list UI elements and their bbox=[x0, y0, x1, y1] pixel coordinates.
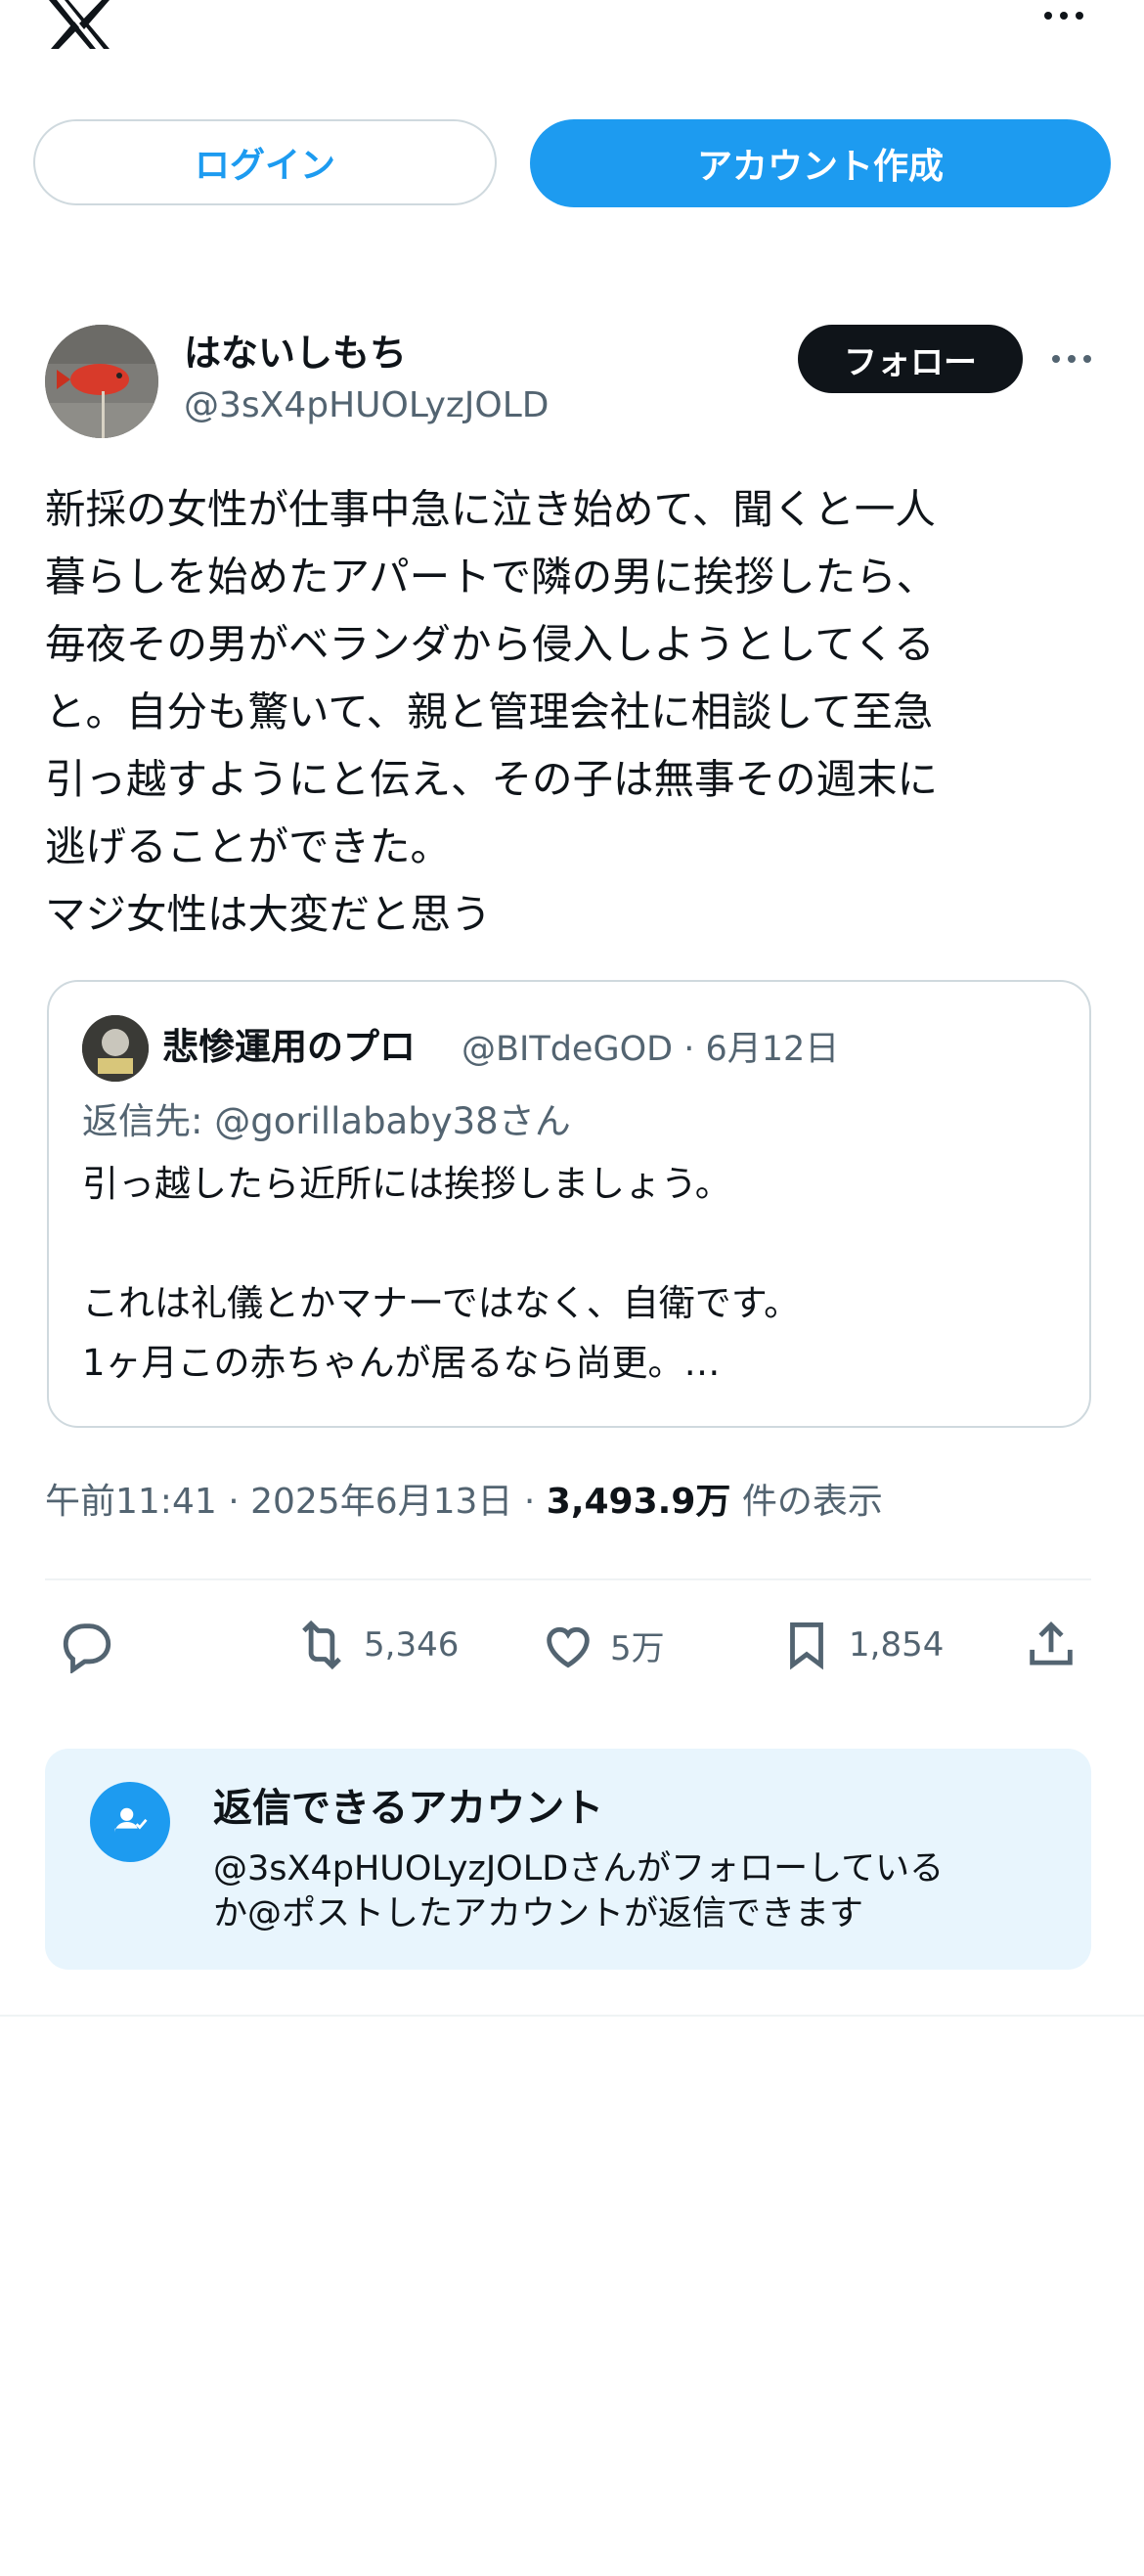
repost-button[interactable]: 5,346 bbox=[293, 1614, 459, 1676]
author-handle[interactable]: @3sX4pHUOLyzJOLD bbox=[184, 385, 550, 425]
post-text: 新採の女性が仕事中急に泣き始めて、聞くと一人 暮らしを始めたアパートで隣の男に挨… bbox=[45, 485, 939, 938]
views-label: 件の表示 bbox=[741, 1482, 883, 1522]
like-count: 5万 bbox=[610, 1628, 665, 1668]
heart-icon bbox=[547, 1626, 590, 1668]
author-display-name[interactable]: はないしもち bbox=[184, 323, 407, 377]
reply-restriction-box: 返信できるアカウント @3sX4pHUOLyzJOLDさんがフォローしている か… bbox=[45, 1749, 1091, 1970]
reply-info-description: @3sX4pHUOLyzJOLDさんがフォローしている か@ポストしたアカウント… bbox=[213, 1849, 945, 1933]
post-time[interactable]: 午前11:41 bbox=[45, 1482, 217, 1522]
reply-icon bbox=[63, 1623, 111, 1673]
share-button[interactable] bbox=[1023, 1614, 1079, 1676]
bookmark-icon bbox=[790, 1622, 823, 1670]
follow-button[interactable]: フォロー bbox=[798, 325, 1023, 393]
quoted-reply-to: 返信先: @gorillababy38さん bbox=[82, 1100, 571, 1142]
quoted-avatar bbox=[82, 1015, 149, 1082]
x-logo-icon[interactable] bbox=[47, 0, 111, 49]
reply-button[interactable] bbox=[59, 1614, 129, 1676]
post-date[interactable]: 2025年6月13日 bbox=[250, 1482, 512, 1522]
avatar[interactable] bbox=[45, 325, 158, 438]
bookmark-count: 1,854 bbox=[849, 1625, 945, 1665]
repost-icon bbox=[302, 1620, 341, 1670]
post-more-icon[interactable] bbox=[1048, 344, 1095, 374]
repost-count: 5,346 bbox=[364, 1625, 460, 1665]
post-meta: 午前11:41 · 2025年6月13日 · 3,493.9万 件の表示 bbox=[45, 1473, 883, 1524]
quoted-display-name: 悲惨運用のプロ bbox=[162, 1026, 416, 1068]
login-button[interactable]: ログイン bbox=[33, 119, 497, 205]
like-button[interactable]: 5万 bbox=[540, 1614, 665, 1676]
user-check-icon bbox=[90, 1782, 170, 1862]
share-icon bbox=[1030, 1621, 1073, 1666]
meta-separator: · bbox=[523, 1482, 547, 1522]
create-account-button[interactable]: アカウント作成 bbox=[530, 119, 1111, 207]
divider bbox=[0, 2015, 1144, 2017]
more-horizontal-icon[interactable] bbox=[1040, 0, 1087, 35]
quoted-handle-date: @BITdeGOD · 6月12日 bbox=[462, 1030, 840, 1069]
meta-separator: · bbox=[228, 1482, 251, 1522]
reply-info-title: 返信できるアカウント bbox=[213, 1786, 604, 1831]
bookmark-button[interactable]: 1,854 bbox=[778, 1614, 944, 1676]
quoted-post-card[interactable]: 悲惨運用のプロ @BITdeGOD · 6月12日 返信先: @gorillab… bbox=[47, 980, 1091, 1428]
views-count: 3,493.9万 bbox=[546, 1482, 731, 1522]
quoted-text: 引っ越したら近所には挨拶しましょう。 これは礼儀とかマナーではなく、自衛です。 … bbox=[82, 1163, 801, 1384]
divider bbox=[45, 1578, 1091, 1580]
